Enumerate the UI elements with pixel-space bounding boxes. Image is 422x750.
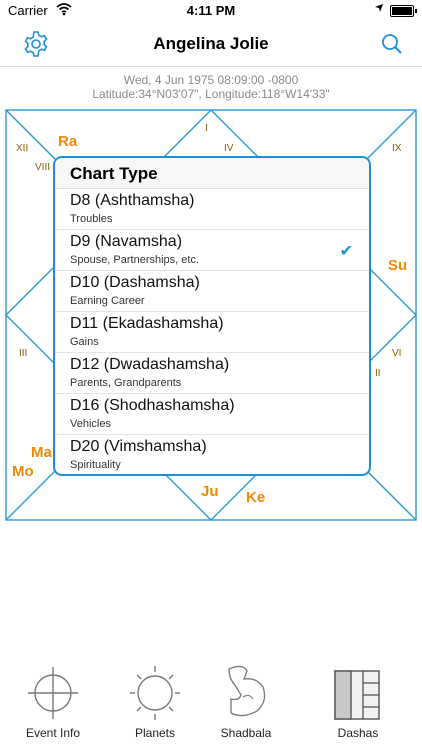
chart-type-menu: Chart Type D8 (Ashthamsha) Troubles D9 (… <box>53 156 371 476</box>
status-bar: Carrier 4:11 PM <box>0 0 422 22</box>
menu-title: Chart Type <box>70 164 158 183</box>
crosshair-icon <box>28 667 78 719</box>
tab-shadbala[interactable]: Shadbala <box>204 655 288 750</box>
flexed-arm-icon <box>228 665 266 717</box>
menu-item-subtitle: Spirituality <box>70 459 121 471</box>
status-time: 4:11 PM <box>186 3 236 18</box>
tab-planets[interactable]: Planets <box>113 655 197 750</box>
battery-icon <box>390 5 417 17</box>
navigation-bar: Angelina Jolie <box>0 22 422 67</box>
menu-item-d20[interactable]: D20 (Vimshamsha) Spirituality <box>55 435 369 474</box>
menu-item-title: D12 (Dwadashamsha) <box>70 356 230 373</box>
menu-item-subtitle: Vehicles <box>70 418 111 430</box>
house-label-9: IX <box>392 143 402 154</box>
house-label-6: VI <box>392 348 402 359</box>
house-label-1: I <box>205 123 208 134</box>
menu-item-d8[interactable]: D8 (Ashthamsha) Troubles <box>55 189 369 230</box>
house-label-3: III <box>19 348 28 359</box>
menu-item-title: D11 (Ekadashamsha) <box>70 315 224 332</box>
planet-sun: Su <box>388 257 408 274</box>
menu-item-subtitle: Parents, Grandparents <box>70 377 182 389</box>
tab-label: Shadbala <box>220 726 272 740</box>
tab-label: Dashas <box>337 726 379 740</box>
tab-label: Planets <box>134 726 176 740</box>
planet-jupiter: Ju <box>201 483 219 500</box>
menu-header: Chart Type <box>55 158 369 189</box>
menu-item-subtitle: Troubles <box>70 213 113 225</box>
menu-item-d10[interactable]: D10 (Dashamsha) Earning Career <box>55 271 369 312</box>
menu-item-title: D10 (Dashamsha) <box>70 274 200 291</box>
tab-event-info[interactable]: Event Info <box>11 655 95 750</box>
event-location: Latitude:34°N03'07", Longitude:118°W14'3… <box>92 87 330 101</box>
location-arrow-icon <box>374 3 384 16</box>
checkmark-icon: ✔ <box>339 243 353 260</box>
planet-moon: Mo <box>12 463 34 480</box>
tab-bar: Event Info Planets Shadbala Dashas <box>0 655 422 750</box>
menu-item-d9[interactable]: D9 (Navamsha) Spouse, Partnerships, etc.… <box>55 230 369 271</box>
planet-ketu: Ke <box>246 489 266 506</box>
menu-item-title: D8 (Ashthamsha) <box>70 192 195 209</box>
menu-item-subtitle: Gains <box>70 336 99 348</box>
planet-rahu: Ra <box>58 133 78 150</box>
menu-item-title: D16 (Shodhashamsha) <box>70 397 235 414</box>
menu-item-title: D20 (Vimshamsha) <box>70 438 207 455</box>
menu-item-d16[interactable]: D16 (Shodhashamsha) Vehicles <box>55 394 369 435</box>
event-datetime: Wed, 4 Jun 1975 08:09:00 -0800 <box>123 73 299 87</box>
menu-item-d12[interactable]: D12 (Dwadashamsha) Parents, Grandparents <box>55 353 369 394</box>
house-label-8: VIII <box>35 162 51 173</box>
dasha-grid-icon <box>334 670 380 720</box>
menu-item-d11[interactable]: D11 (Ekadashamsha) Gains <box>55 312 369 353</box>
planet-mars: Ma <box>31 444 52 461</box>
house-label-4: IV <box>224 143 234 154</box>
page-title: Angelina Jolie <box>153 34 269 53</box>
search-icon[interactable] <box>378 30 406 58</box>
menu-item-subtitle: Earning Career <box>70 295 145 307</box>
house-label-2: II <box>375 368 381 379</box>
menu-item-subtitle: Spouse, Partnerships, etc. <box>70 254 200 266</box>
house-label-12: XII <box>16 143 29 154</box>
tab-label: Event Info <box>25 726 81 740</box>
sun-icon <box>130 666 180 720</box>
menu-item-title: D9 (Navamsha) <box>70 233 183 250</box>
tab-dashas[interactable]: Dashas <box>316 655 400 750</box>
